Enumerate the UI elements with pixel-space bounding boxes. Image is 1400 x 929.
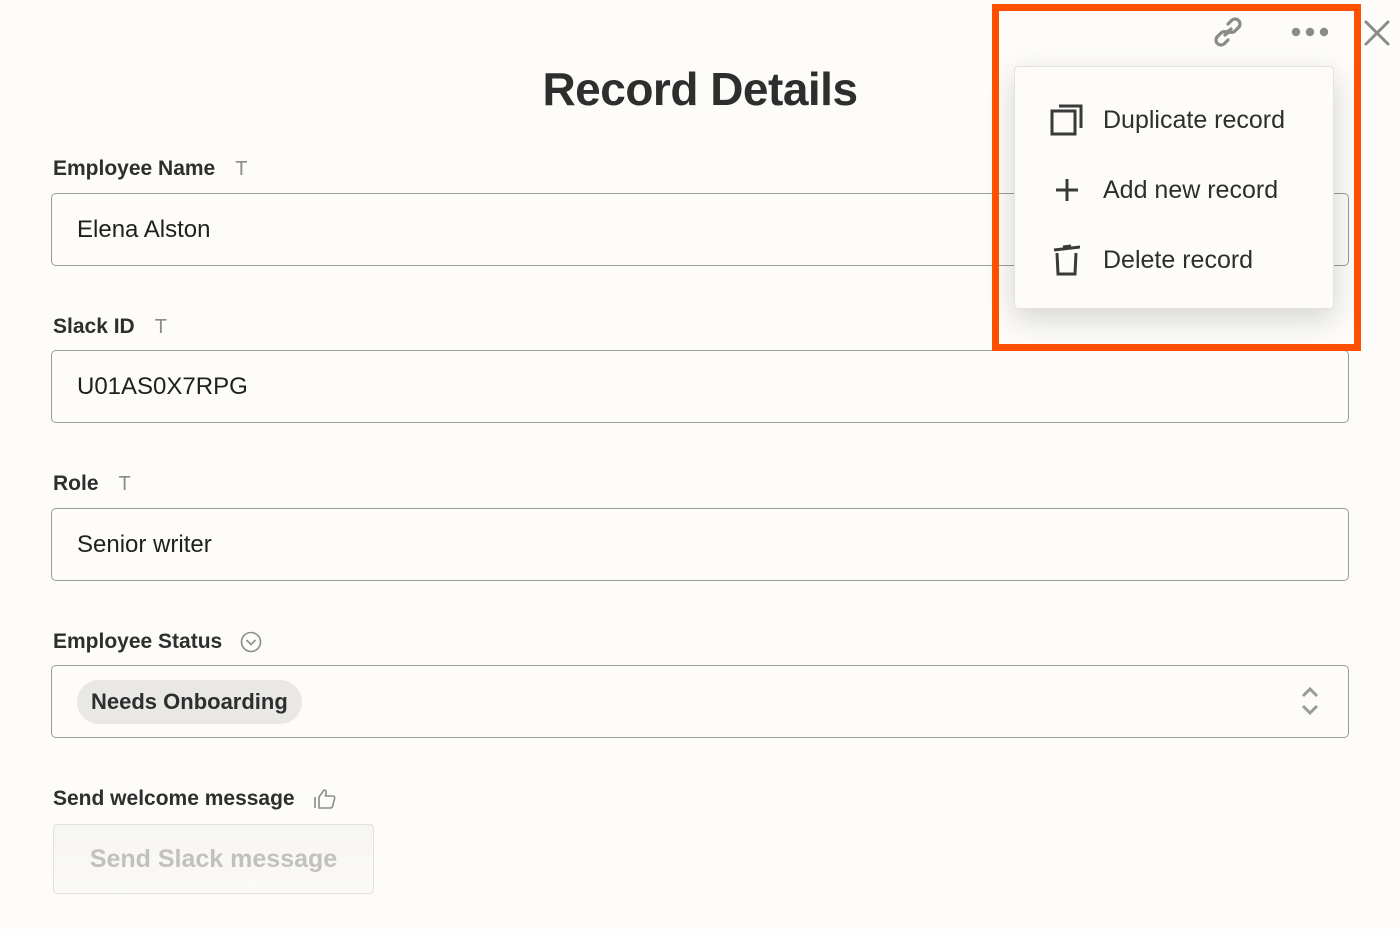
employee-status-select[interactable]: Needs Onboarding <box>51 665 1349 738</box>
menu-item-label: Delete record <box>1103 245 1254 274</box>
link-icon[interactable] <box>1208 12 1248 52</box>
field-label-employee-status: Employee Status <box>53 630 262 654</box>
menu-item-delete-record[interactable]: Delete record <box>1015 225 1333 295</box>
text-type-icon: T <box>235 157 248 180</box>
text-type-icon: T <box>154 315 167 338</box>
menu-item-add-new-record[interactable]: Add new record <box>1015 155 1333 225</box>
chevron-up-down-icon <box>1298 684 1322 718</box>
plus-icon <box>1049 172 1085 208</box>
dropdown-circle-icon <box>240 631 262 653</box>
menu-item-label: Add new record <box>1103 175 1279 204</box>
slack-id-input[interactable]: U01AS0X7RPG <box>51 350 1349 423</box>
field-label-slack-id: Slack ID T <box>53 315 167 339</box>
trash-icon <box>1049 242 1085 278</box>
record-actions-menu: Duplicate record Add new record Delete r… <box>1014 66 1334 309</box>
label-text: Role <box>53 472 99 495</box>
more-horizontal-icon[interactable] <box>1290 26 1330 38</box>
text-type-icon: T <box>118 472 131 495</box>
role-value: Senior writer <box>77 530 212 558</box>
label-text: Employee Name <box>53 157 216 180</box>
header-actions <box>1208 12 1330 52</box>
label-text: Slack ID <box>53 315 135 338</box>
slack-id-value: U01AS0X7RPG <box>77 372 248 400</box>
menu-item-label: Duplicate record <box>1103 105 1286 134</box>
field-label-employee-name: Employee Name T <box>53 157 247 181</box>
field-label-send-welcome-message: Send welcome message <box>53 787 337 811</box>
send-slack-message-button[interactable]: Send Slack message <box>53 824 374 894</box>
role-input[interactable]: Senior writer <box>51 508 1349 581</box>
menu-item-duplicate-record[interactable]: Duplicate record <box>1015 85 1333 155</box>
close-icon[interactable] <box>1362 18 1392 48</box>
label-text: Employee Status <box>53 630 223 653</box>
thumbs-up-icon <box>313 787 337 811</box>
employee-name-value: Elena Alston <box>77 215 211 243</box>
label-text: Send welcome message <box>53 787 295 810</box>
duplicate-icon <box>1049 102 1085 138</box>
field-label-role: Role T <box>53 472 131 496</box>
status-badge: Needs Onboarding <box>77 679 302 724</box>
